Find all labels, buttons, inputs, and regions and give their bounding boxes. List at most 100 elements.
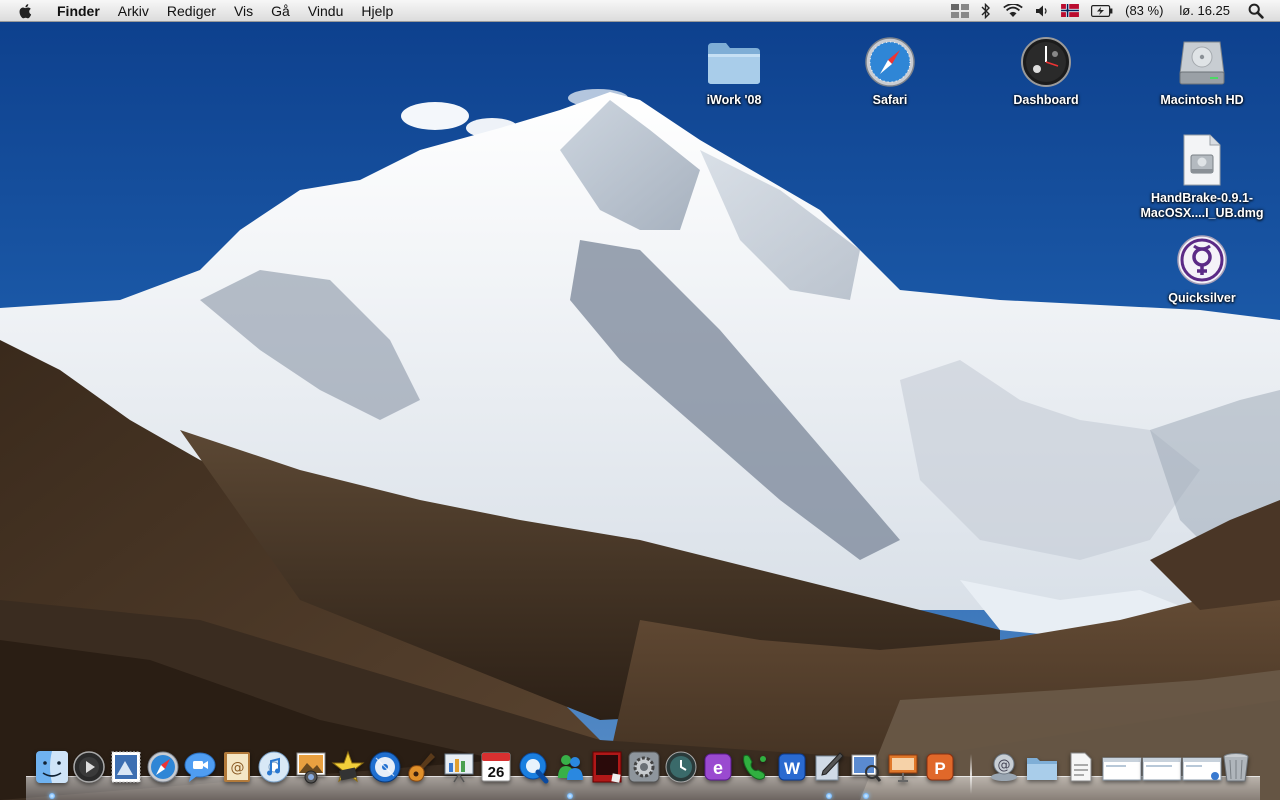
dock-separator xyxy=(970,754,972,794)
powerpoint-icon: P xyxy=(926,753,954,781)
time-machine-icon xyxy=(665,751,697,783)
menu-app-finder[interactable]: Finder xyxy=(48,0,109,22)
dock-item-front-row[interactable] xyxy=(71,748,107,786)
dock-item-entourage[interactable]: e xyxy=(700,748,736,786)
messenger-icon xyxy=(558,755,583,780)
svg-text:W: W xyxy=(784,759,801,778)
iphoto-icon xyxy=(296,752,326,784)
dock-item-trash[interactable] xyxy=(1218,748,1254,786)
battery-icon[interactable] xyxy=(1085,0,1119,22)
address-book-icon: @ xyxy=(224,752,250,782)
document-icon xyxy=(1070,752,1092,782)
dock-item-mail[interactable] xyxy=(108,748,144,786)
dock-item-preview[interactable] xyxy=(848,748,884,799)
dock-item-file-stack[interactable] xyxy=(1062,748,1098,786)
dashboard-icon xyxy=(1018,34,1074,90)
ical-icon: 26 xyxy=(481,752,511,782)
dock-item-downloads-stack[interactable]: @ xyxy=(986,748,1022,786)
dock-item-imovie[interactable] xyxy=(330,748,366,786)
finder-icon xyxy=(36,751,68,783)
folder-icon xyxy=(1027,758,1057,780)
svg-text:@: @ xyxy=(231,760,245,776)
desktop-icon-dashboard[interactable]: Dashboard xyxy=(981,34,1111,108)
running-indicator xyxy=(826,793,832,799)
desktop-icon-quicksilver[interactable]: Quicksilver xyxy=(1137,232,1267,306)
dock-item-window-2[interactable] xyxy=(1142,748,1182,786)
desktop-icon-label: iWork '08 xyxy=(706,93,762,107)
menu-ga[interactable]: Gå xyxy=(262,0,299,22)
dock-item-ichat[interactable] xyxy=(182,748,218,786)
menu-vis[interactable]: Vis xyxy=(225,0,262,22)
dock-item-quicktime[interactable] xyxy=(515,748,551,786)
gear-icon xyxy=(628,751,660,783)
photo-booth-icon xyxy=(592,751,622,783)
menu-bar-left: Finder Arkiv Rediger Vis Gå Vindu Hjelp xyxy=(0,0,402,22)
hard-drive-icon xyxy=(1174,34,1230,90)
word-icon: W xyxy=(778,753,806,781)
desktop-icon-handbrake-dmg[interactable]: HandBrake-0.9.1-MacOSX....I_UB.dmg xyxy=(1137,132,1267,221)
desktop-wallpaper xyxy=(0,0,1280,800)
itunes-icon xyxy=(258,751,290,783)
dock-item-address-book[interactable]: @ xyxy=(219,748,255,786)
menu-hjelp[interactable]: Hjelp xyxy=(352,0,402,22)
dock-item-messenger[interactable] xyxy=(552,748,588,799)
bluetooth-icon[interactable] xyxy=(975,0,997,22)
menu-vindu[interactable]: Vindu xyxy=(299,0,353,22)
dock-item-word[interactable]: W xyxy=(774,748,810,786)
menu-arkiv[interactable]: Arkiv xyxy=(109,0,158,22)
dock-item-ical[interactable]: 26 xyxy=(478,748,514,786)
safari-icon xyxy=(147,751,179,783)
desktop-icon-macintosh-hd[interactable]: Macintosh HD xyxy=(1137,34,1267,108)
dock-item-documents-folder[interactable] xyxy=(1024,748,1060,786)
dock-item-finder[interactable] xyxy=(34,748,70,799)
dock-item-idvd[interactable] xyxy=(367,748,403,786)
apple-menu-icon[interactable] xyxy=(16,2,38,20)
dock-item-window-3[interactable] xyxy=(1182,748,1222,786)
quicksilver-icon xyxy=(1174,232,1230,288)
running-indicator xyxy=(863,793,869,799)
desktop-icon-label: Dashboard xyxy=(1013,93,1079,107)
menu-bar: Finder Arkiv Rediger Vis Gå Vindu Hjelp xyxy=(0,0,1280,22)
dock-item-time-machine[interactable] xyxy=(663,748,699,786)
garageband-icon xyxy=(408,753,435,782)
dock-item-system-preferences[interactable] xyxy=(626,748,662,786)
running-indicator xyxy=(567,793,573,799)
dock-item-phone[interactable] xyxy=(737,748,773,786)
battery-percent[interactable]: (83 %) xyxy=(1119,0,1169,22)
dock-item-safari[interactable] xyxy=(145,748,181,786)
window-thumbnail-icon xyxy=(1102,757,1142,781)
dock: @ 26 e W P @ xyxy=(32,748,1256,800)
wifi-icon[interactable] xyxy=(997,0,1029,22)
dock-item-powerpoint[interactable]: P xyxy=(922,748,958,786)
window-thumbnail-icon xyxy=(1182,757,1222,781)
dock-item-garageband[interactable] xyxy=(404,748,440,786)
spaces-icon[interactable] xyxy=(945,0,975,22)
desktop-icon-label: Safari xyxy=(872,93,908,107)
desktop-icon-label: Macintosh HD xyxy=(1160,93,1244,107)
dock-item-keynote[interactable] xyxy=(441,748,477,786)
svg-text:@: @ xyxy=(998,758,1011,773)
flag-norway-icon[interactable] xyxy=(1055,0,1085,22)
svg-text:e: e xyxy=(713,758,723,778)
desktop-icon-safari[interactable]: Safari xyxy=(825,34,955,108)
downloads-stack-icon: @ xyxy=(991,753,1017,781)
desktop-icon-iwork[interactable]: iWork '08 xyxy=(669,34,799,108)
dock-item-presentation[interactable] xyxy=(885,748,921,786)
menu-rediger[interactable]: Rediger xyxy=(158,0,225,22)
idvd-icon xyxy=(369,751,401,783)
dock-item-photo-booth[interactable] xyxy=(589,748,625,786)
svg-text:P: P xyxy=(934,759,945,778)
dock-item-iphoto[interactable] xyxy=(293,748,329,786)
menu-bar-status: (83 %) lø. 16.25 xyxy=(945,0,1280,22)
volume-icon[interactable] xyxy=(1029,0,1055,22)
spotlight-icon[interactable] xyxy=(1242,0,1270,22)
dock-item-itunes[interactable] xyxy=(256,748,292,786)
clock[interactable]: lø. 16.25 xyxy=(1169,0,1242,22)
dock-item-script-editor[interactable] xyxy=(811,748,847,799)
quicktime-icon xyxy=(519,752,549,784)
keynote-icon xyxy=(444,753,474,783)
dock-item-window-1[interactable] xyxy=(1102,748,1142,786)
desktop-icon-label: Quicksilver xyxy=(1168,291,1236,305)
entourage-icon: e xyxy=(704,753,732,781)
script-editor-icon xyxy=(815,752,844,781)
